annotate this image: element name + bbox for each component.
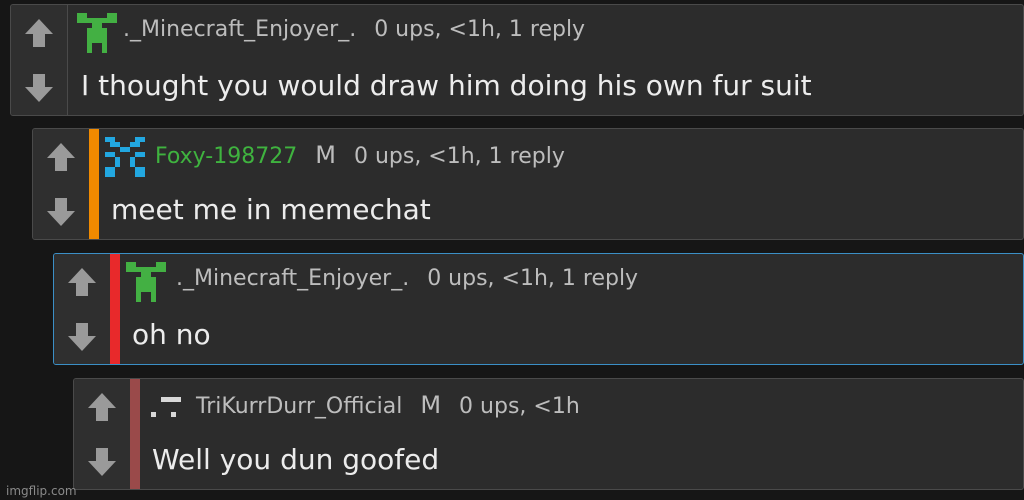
arrow-up-icon <box>47 142 75 171</box>
downvote-button[interactable] <box>33 184 89 239</box>
arrow-down-icon <box>25 73 53 102</box>
comment-stats: 0 ups, <1h <box>459 394 580 419</box>
comment-stats: 0 ups, <1h, 1 reply <box>374 17 586 42</box>
comment: ._Minecraft_Enjoyer_. 0 ups, <1h, 1 repl… <box>53 253 1024 365</box>
comment-text: meet me in memechat <box>111 193 431 226</box>
upvote-button[interactable] <box>54 254 110 310</box>
comment-text: Well you dun goofed <box>152 443 440 476</box>
vote-controls <box>74 379 131 489</box>
thread-stripe <box>89 129 99 239</box>
downvote-button[interactable] <box>54 309 110 364</box>
downvote-button[interactable] <box>11 60 67 115</box>
arrow-down-icon <box>47 197 75 226</box>
arrow-up-icon <box>25 18 53 47</box>
arrow-up-icon <box>88 392 116 421</box>
upvote-button[interactable] <box>74 379 130 435</box>
username[interactable]: ._Minecraft_Enjoyer_. <box>123 17 356 42</box>
comment-stats: 0 ups, <1h, 1 reply <box>427 266 639 291</box>
vote-controls <box>54 254 111 364</box>
arrow-down-icon <box>68 322 96 351</box>
arrow-up-icon <box>68 267 96 296</box>
comment-meta: TriKurrDurr_Official M 0 ups, <1h <box>196 391 580 419</box>
upvote-button[interactable] <box>11 5 67 61</box>
username[interactable]: TriKurrDurr_Official <box>196 394 402 419</box>
creeper-avatar-icon[interactable] <box>77 13 117 53</box>
downvote-button[interactable] <box>74 434 130 489</box>
mod-badge: M <box>420 391 442 419</box>
username[interactable]: Foxy-198727 <box>155 144 297 169</box>
arrow-down-icon <box>88 447 116 476</box>
comment-thread: ._Minecraft_Enjoyer_. 0 ups, <1h, 1 repl… <box>0 0 1024 500</box>
comment: ._Minecraft_Enjoyer_. 0 ups, <1h, 1 repl… <box>10 4 1024 116</box>
vote-controls <box>33 129 90 239</box>
comment-text: I thought you would draw him doing his o… <box>81 69 812 102</box>
username[interactable]: ._Minecraft_Enjoyer_. <box>176 266 409 291</box>
comment-stats: 0 ups, <1h, 1 reply <box>353 144 565 169</box>
vote-controls <box>11 5 68 115</box>
white-pixel-avatar-icon[interactable] <box>146 387 186 427</box>
blue-pixel-avatar-icon[interactable] <box>105 137 145 177</box>
thread-stripe <box>110 254 120 364</box>
comment: Foxy-198727 M 0 ups, <1h, 1 reply meet m… <box>32 128 1024 240</box>
mod-badge: M <box>315 141 336 169</box>
comment-text: oh no <box>132 318 211 351</box>
watermark: imgflip.com <box>6 484 77 498</box>
comment-meta: ._Minecraft_Enjoyer_. 0 ups, <1h, 1 repl… <box>123 17 585 42</box>
comment-meta: ._Minecraft_Enjoyer_. 0 ups, <1h, 1 repl… <box>176 266 638 291</box>
creeper-avatar-icon[interactable] <box>126 262 166 302</box>
comment: TriKurrDurr_Official M 0 ups, <1h Well y… <box>73 378 1024 490</box>
thread-stripe <box>130 379 140 489</box>
upvote-button[interactable] <box>33 129 89 185</box>
comment-meta: Foxy-198727 M 0 ups, <1h, 1 reply <box>155 141 565 169</box>
